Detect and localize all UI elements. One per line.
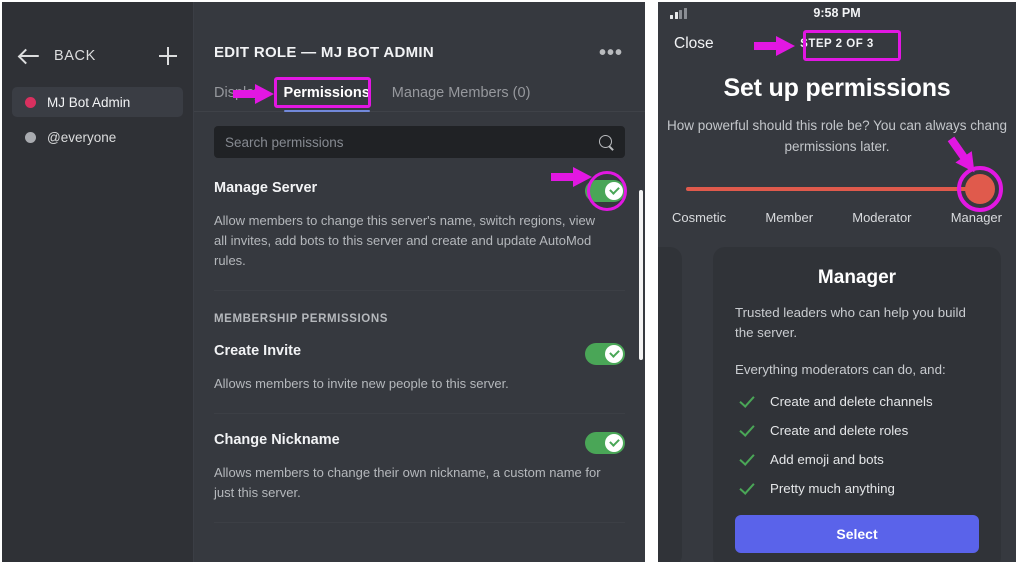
- screenshot-root: BACK MJ Bot Admin @everyone EDIT ROLE — …: [0, 0, 1024, 570]
- role-name: MJ Bot Admin: [47, 94, 131, 110]
- arrow-left-icon: [20, 48, 40, 64]
- slider-thumb[interactable]: [965, 174, 995, 204]
- permission-toggle[interactable]: [585, 343, 625, 365]
- toggle-check-icon: [605, 434, 623, 452]
- feature-label: Add emoji and bots: [770, 452, 884, 467]
- role-card-carousel: Manager Trusted leaders who can help you…: [658, 239, 1016, 562]
- permissions-scroll-area[interactable]: Manage Server Allow members to change th…: [194, 162, 645, 523]
- check-icon: [739, 481, 754, 496]
- wizard-navbar: Close STEP 2 OF 3: [658, 24, 1016, 64]
- check-icon: [739, 423, 754, 438]
- permission-description: Allows members to change their own nickn…: [214, 465, 601, 500]
- role-card-features-intro: Everything moderators can do, and:: [735, 362, 946, 377]
- check-icon: [739, 394, 754, 409]
- role-card-previous[interactable]: [658, 247, 682, 562]
- slider-label-member[interactable]: Member: [765, 210, 813, 225]
- feature-label: Create and delete roles: [770, 423, 909, 438]
- tab-display[interactable]: Display: [214, 85, 262, 111]
- sidebar-item-everyone[interactable]: @everyone: [12, 122, 183, 152]
- permission-item-create-invite: Create Invite Allows members to invite n…: [214, 325, 625, 414]
- select-button[interactable]: Select: [735, 515, 979, 553]
- slider-labels: Cosmetic Member Moderator Manager: [658, 210, 1016, 225]
- feature-item: Add emoji and bots: [735, 452, 979, 467]
- role-power-slider[interactable]: [658, 136, 1016, 212]
- ellipsis-icon[interactable]: •••: [599, 43, 623, 63]
- scrollbar[interactable]: [639, 190, 643, 360]
- wizard-heading: Set up permissions: [723, 74, 951, 102]
- section-label-membership: MEMBERSHIP PERMISSIONS: [214, 313, 389, 325]
- page-title: EDIT ROLE — MJ BOT ADMIN: [214, 44, 434, 61]
- search-placeholder: Search permissions: [225, 134, 344, 150]
- desktop-role-settings-panel: BACK MJ Bot Admin @everyone EDIT ROLE — …: [2, 2, 645, 562]
- plus-icon[interactable]: [159, 47, 177, 65]
- permission-header-row: Manage Server: [214, 171, 627, 211]
- permission-name: Change Nickname: [214, 432, 340, 448]
- role-list: MJ Bot Admin @everyone: [2, 87, 193, 152]
- status-bar: 9:58 PM: [658, 2, 1016, 24]
- role-editor-main: EDIT ROLE — MJ BOT ADMIN ••• Display Per…: [194, 2, 645, 562]
- tab-permissions[interactable]: Permissions: [283, 85, 371, 112]
- permission-name: Manage Server: [214, 180, 318, 196]
- permission-name: Create Invite: [214, 343, 302, 359]
- slider-label-moderator[interactable]: Moderator: [852, 210, 911, 225]
- slider-track: [686, 187, 988, 191]
- permission-description: Allows members to invite new people to t…: [214, 376, 509, 391]
- permission-header-row: Create Invite: [214, 343, 625, 365]
- back-button[interactable]: BACK: [20, 48, 96, 64]
- feature-label: Create and delete channels: [770, 394, 933, 409]
- role-color-dot: [25, 96, 36, 108]
- feature-item: Pretty much anything: [735, 481, 979, 496]
- page-title-row: EDIT ROLE — MJ BOT ADMIN •••: [194, 43, 645, 63]
- step-indicator: STEP 2 OF 3: [800, 38, 874, 50]
- sidebar-header: BACK: [2, 2, 193, 65]
- search-permissions-input[interactable]: Search permissions: [214, 126, 625, 158]
- feature-item: Create and delete channels: [735, 394, 979, 409]
- role-card-manager: Manager Trusted leaders who can help you…: [713, 247, 1001, 562]
- toggle-check-icon: [605, 182, 623, 200]
- permission-toggle[interactable]: [585, 180, 625, 202]
- permission-header-row: Change Nickname: [214, 432, 625, 454]
- role-color-dot: [25, 131, 36, 143]
- role-name: @everyone: [47, 129, 117, 145]
- mobile-role-wizard-panel: 9:58 PM Close STEP 2 OF 3 Set up permiss…: [658, 2, 1016, 562]
- permission-item-manage-server: Manage Server Allow members to change th…: [214, 162, 627, 291]
- sidebar-item-mj-bot-admin[interactable]: MJ Bot Admin: [12, 87, 183, 117]
- role-card-description: Trusted leaders who can help you build t…: [735, 305, 966, 340]
- tab-manage-members[interactable]: Manage Members (0): [392, 85, 531, 111]
- divider: [214, 522, 625, 523]
- search-icon: [599, 134, 614, 150]
- permission-description: Allow members to change this server's na…: [214, 213, 596, 268]
- tab-bar: Display Permissions Manage Members (0): [194, 77, 645, 112]
- wizard-subheading: How powerful should this role be? You ca…: [658, 115, 1016, 157]
- back-label: BACK: [54, 48, 96, 64]
- permission-toggle[interactable]: [585, 432, 625, 454]
- feature-item: Create and delete roles: [735, 423, 979, 438]
- permission-item-change-nickname: Change Nickname Allows members to change…: [214, 414, 625, 523]
- status-time: 9:58 PM: [813, 6, 861, 20]
- check-icon: [739, 452, 754, 467]
- feature-label: Pretty much anything: [770, 481, 895, 496]
- role-card-title: Manager: [817, 267, 897, 288]
- wizard-subheading-line2: permissions later.: [784, 139, 890, 154]
- slider-label-manager[interactable]: Manager: [951, 210, 1002, 225]
- toggle-check-icon: [605, 345, 623, 363]
- divider: [214, 290, 625, 291]
- slider-label-cosmetic[interactable]: Cosmetic: [672, 210, 726, 225]
- wizard-subheading-line1: How powerful should this role be? You ca…: [667, 118, 1007, 133]
- roles-sidebar: BACK MJ Bot Admin @everyone: [2, 2, 194, 562]
